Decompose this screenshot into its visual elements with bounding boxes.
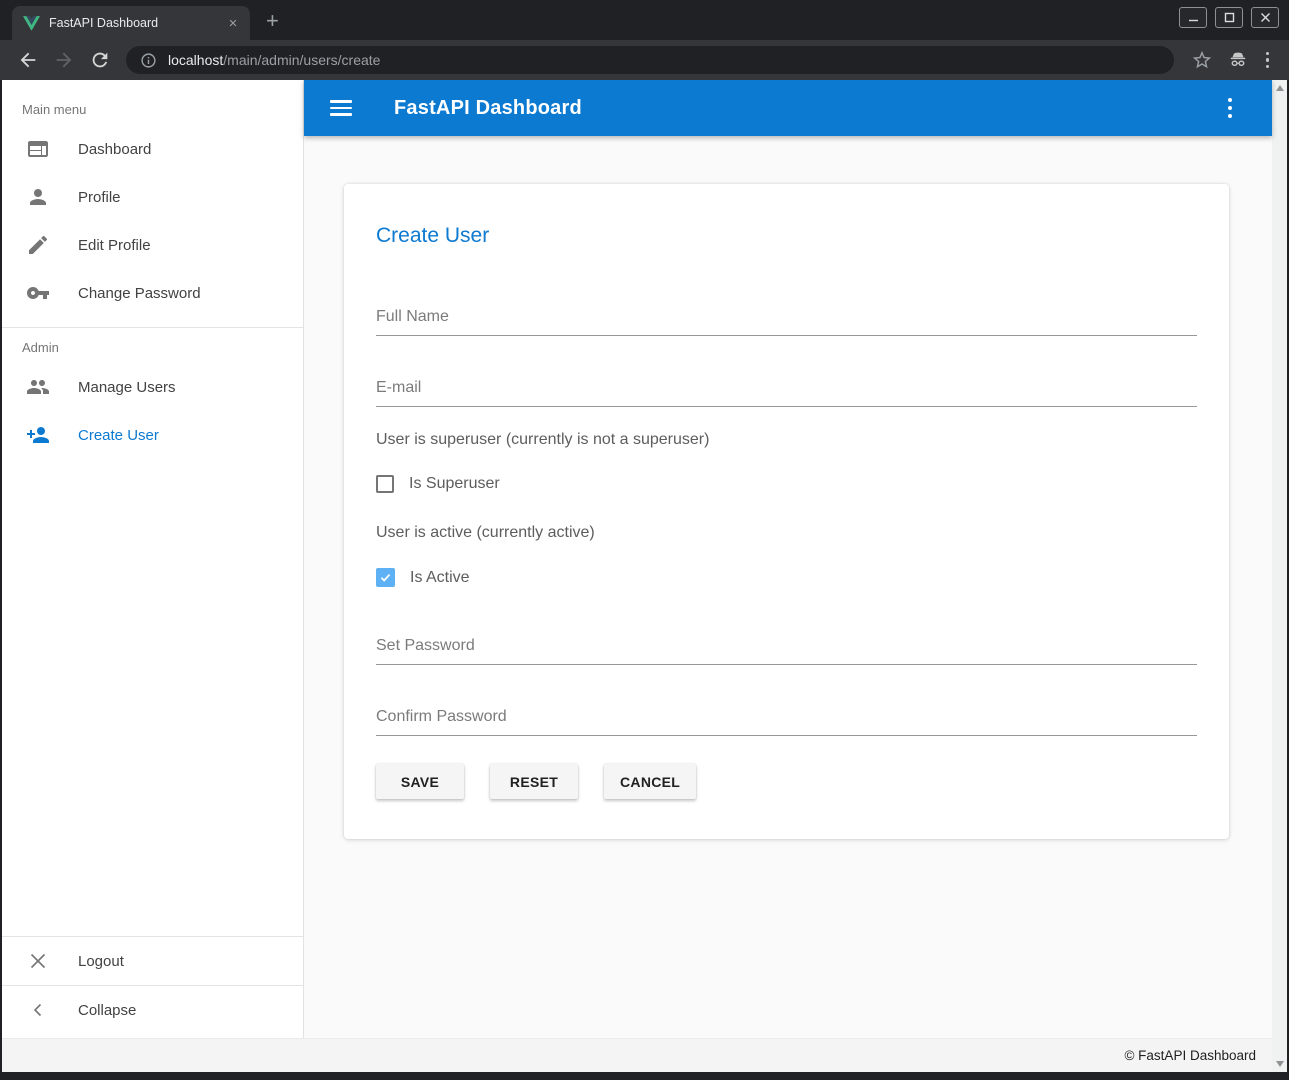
sidebar-item-label: Change Password <box>78 285 201 302</box>
tab-close-icon[interactable]: × <box>224 14 242 32</box>
scrollbar-down-icon[interactable] <box>1276 1061 1284 1067</box>
save-button[interactable]: SAVE <box>376 764 464 799</box>
url-text: localhost/main/admin/users/create <box>168 52 380 68</box>
tab-title: FastAPI Dashboard <box>49 16 224 30</box>
key-icon <box>26 281 50 305</box>
set-password-label: Set Password <box>376 637 475 654</box>
page-title: Create User <box>376 224 1197 248</box>
sidebar-section-label: Main menu <box>2 80 303 125</box>
email-field[interactable]: E-mail <box>376 379 1197 407</box>
full-name-label: Full Name <box>376 308 449 325</box>
reset-button[interactable]: RESET <box>490 764 578 799</box>
page: Main menu Dashboard Profile <box>2 80 1287 1072</box>
main-area: FastAPI Dashboard Create User Full Name … <box>304 80 1272 1038</box>
active-hint: User is active (currently active) <box>376 524 1197 542</box>
minimize-icon[interactable] <box>1179 7 1207 28</box>
vue-logo-icon <box>23 16 40 31</box>
pencil-icon <box>26 233 50 257</box>
back-icon[interactable] <box>17 49 39 71</box>
confirm-password-label: Confirm Password <box>376 708 507 725</box>
maximize-icon[interactable] <box>1215 7 1243 28</box>
info-icon[interactable] <box>140 52 157 69</box>
is-superuser-label: Is Superuser <box>409 475 500 493</box>
email-label: E-mail <box>376 379 421 396</box>
is-active-label: Is Active <box>410 569 470 587</box>
sidebar-item-change-password[interactable]: Change Password <box>2 269 303 317</box>
sidebar-item-edit-profile[interactable]: Edit Profile <box>2 221 303 269</box>
logout-x-icon <box>26 949 50 973</box>
menu-icon[interactable] <box>330 100 352 116</box>
footer-copyright: © FastAPI Dashboard <box>1124 1048 1256 1063</box>
browser-menu-icon[interactable] <box>1256 52 1280 69</box>
sidebar-item-collapse[interactable]: Collapse <box>2 986 303 1034</box>
browser-window: FastAPI Dashboard × + localhost/m <box>0 0 1289 1080</box>
sidebar-item-logout[interactable]: Logout <box>2 937 303 985</box>
is-active-checkbox-row[interactable]: Is Active <box>376 568 1197 587</box>
sidebar-section-label: Admin <box>2 328 303 363</box>
person-add-icon <box>26 423 50 447</box>
sidebar-item-label: Edit Profile <box>78 237 151 254</box>
is-superuser-checkbox-row[interactable]: Is Superuser <box>376 475 1197 493</box>
sidebar-item-label: Profile <box>78 189 121 206</box>
is-active-checkbox[interactable] <box>376 568 395 587</box>
content-area: Create User Full Name E-mail User is sup… <box>304 136 1272 1038</box>
sidebar-item-label: Dashboard <box>78 141 151 158</box>
new-tab-icon[interactable]: + <box>266 10 279 32</box>
app-bar: FastAPI Dashboard <box>304 80 1272 136</box>
tab-strip: FastAPI Dashboard × + <box>0 0 1289 40</box>
cancel-button[interactable]: CANCEL <box>604 764 696 799</box>
sidebar-item-label: Create User <box>78 427 159 444</box>
app-footer: © FastAPI Dashboard <box>2 1038 1272 1072</box>
bookmark-star-icon[interactable] <box>1191 49 1213 71</box>
browser-tab[interactable]: FastAPI Dashboard × <box>12 6 250 40</box>
sidebar-spacer <box>2 459 303 936</box>
incognito-icon <box>1227 49 1249 71</box>
url-host: localhost <box>168 52 223 68</box>
url-bar[interactable]: localhost/main/admin/users/create <box>126 46 1174 74</box>
form-buttons: SAVE RESET CANCEL <box>376 764 1197 799</box>
sidebar: Main menu Dashboard Profile <box>2 80 304 1038</box>
scrollbar-up-icon[interactable] <box>1276 85 1284 91</box>
sidebar-item-create-user[interactable]: Create User <box>2 411 303 459</box>
chevron-left-icon <box>26 998 50 1022</box>
confirm-password-field[interactable]: Confirm Password <box>376 708 1197 736</box>
set-password-field[interactable]: Set Password <box>376 637 1197 665</box>
sidebar-item-dashboard[interactable]: Dashboard <box>2 125 303 173</box>
dashboard-icon <box>26 137 50 161</box>
full-name-field[interactable]: Full Name <box>376 308 1197 336</box>
window-controls <box>1179 7 1279 28</box>
page-scrollbar[interactable] <box>1272 80 1287 1072</box>
browser-toolbar: localhost/main/admin/users/create <box>0 40 1289 80</box>
people-icon <box>26 375 50 399</box>
url-path: /main/admin/users/create <box>223 52 380 68</box>
close-icon[interactable] <box>1251 7 1279 28</box>
sidebar-item-manage-users[interactable]: Manage Users <box>2 363 303 411</box>
appbar-kebab-menu-icon[interactable] <box>1228 98 1232 118</box>
appbar-title: FastAPI Dashboard <box>394 97 582 120</box>
reload-icon[interactable] <box>89 49 111 71</box>
superuser-hint: User is superuser (currently is not a su… <box>376 431 1197 449</box>
check-icon <box>379 571 392 584</box>
sidebar-item-label: Collapse <box>78 1002 136 1019</box>
person-icon <box>26 185 50 209</box>
sidebar-item-profile[interactable]: Profile <box>2 173 303 221</box>
sidebar-item-label: Logout <box>78 953 124 970</box>
create-user-card: Create User Full Name E-mail User is sup… <box>344 184 1229 839</box>
toolbar-right <box>1184 49 1280 71</box>
forward-icon[interactable] <box>53 49 75 71</box>
sidebar-item-label: Manage Users <box>78 379 176 396</box>
is-superuser-checkbox[interactable] <box>376 475 394 493</box>
